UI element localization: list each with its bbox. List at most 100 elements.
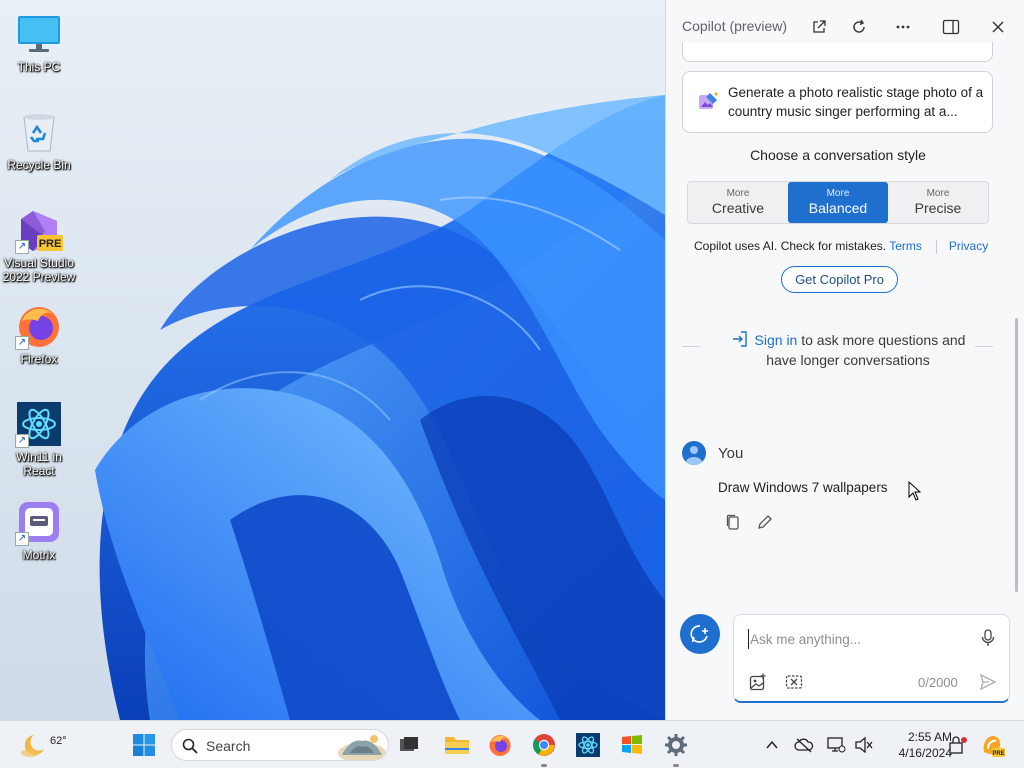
shortcut-arrow-icon: ↗ [15, 434, 29, 448]
desktop-icon-label: Visual Studio 2022 Preview [2, 256, 76, 284]
suggestion-text: Generate a photo realistic stage photo o… [728, 85, 984, 119]
terms-link[interactable]: Terms [889, 239, 922, 253]
microphone-button[interactable] [977, 627, 999, 649]
desktop-icon-recycle-bin[interactable]: Recycle Bin [2, 108, 76, 172]
open-external-button[interactable] [806, 14, 832, 40]
security-button[interactable] [942, 729, 974, 761]
taskbar-settings[interactable] [660, 729, 692, 767]
conversation-style-toggle: More Creative More Balanced More Precise [687, 181, 989, 224]
close-button[interactable] [985, 14, 1011, 40]
scrollbar[interactable] [1015, 318, 1018, 592]
taskbar-chrome[interactable] [528, 729, 560, 767]
style-name: Precise [914, 200, 962, 216]
taskbar-file-explorer[interactable] [441, 729, 473, 761]
shortcut-arrow-icon: ↗ [15, 532, 29, 546]
weather-widget[interactable]: 62° [18, 727, 67, 763]
chrome-icon [533, 734, 555, 756]
start-button[interactable] [128, 729, 160, 761]
privacy-link[interactable]: Privacy [949, 239, 988, 253]
user-message: Draw Windows 7 wallpapers [718, 480, 888, 495]
refresh-button[interactable] [846, 14, 872, 40]
desktop-icon-label: Win11 in React [16, 450, 62, 478]
desktop: This PC Recycle Bin PRE ↗ Visual Studio … [0, 0, 665, 720]
running-indicator [673, 764, 679, 767]
show-hidden-icons-button[interactable] [756, 729, 788, 761]
desktop-icon-label: Motrix [22, 548, 56, 562]
task-view-icon [400, 737, 418, 751]
style-creative-button[interactable]: More Creative [688, 182, 788, 223]
style-balanced-button[interactable]: More Balanced [788, 182, 888, 223]
image-create-icon [699, 92, 718, 109]
onedrive-icon [794, 738, 814, 753]
settings-icon [665, 734, 687, 756]
copilot-panel: Copilot (preview) Generate a photo reali… [665, 0, 1024, 720]
get-copilot-pro-button[interactable]: Get Copilot Pro [781, 266, 898, 293]
desktop-icon-win11-react[interactable]: ↗ Win11 in React [2, 400, 76, 478]
style-precise-button[interactable]: More Precise [888, 182, 988, 223]
mouse-cursor-icon [908, 481, 922, 501]
refresh-icon [853, 19, 865, 33]
screenshot-button[interactable] [783, 671, 805, 693]
volume-button[interactable] [848, 729, 880, 761]
suggestion-card[interactable]: Generate a photo realistic stage photo o… [682, 71, 993, 133]
more-icon [896, 25, 910, 29]
send-button[interactable] [977, 671, 999, 693]
security-icon [949, 736, 967, 754]
chat-input-box: 0/2000 [733, 614, 1010, 703]
search-label: Search [206, 738, 251, 754]
style-name: Balanced [808, 200, 868, 216]
edit-button[interactable] [755, 512, 775, 532]
copilot-icon: PRE [983, 736, 1005, 757]
desktop-icon-motrix[interactable]: ↗ Motrix [2, 498, 76, 562]
running-indicator [541, 764, 547, 767]
divider [935, 239, 937, 254]
microphone-icon [981, 629, 995, 646]
split-view-button[interactable] [938, 14, 964, 40]
user-message-header: You [682, 441, 743, 465]
disclaimer-text: Copilot uses AI. Check for mistakes. [694, 239, 887, 253]
taskbar-windows-7[interactable] [616, 729, 648, 761]
search-highlight-image [338, 735, 386, 760]
ai-disclaimer: Copilot uses AI. Check for mistakes. Ter… [694, 239, 988, 254]
suggestion-card-partial[interactable] [682, 42, 993, 62]
user-avatar [682, 441, 706, 465]
new-topic-button[interactable] [680, 614, 720, 654]
desktop-icon-label: This PC [17, 60, 61, 74]
taskbar-firefox[interactable] [484, 729, 516, 761]
screenshot-icon [785, 675, 803, 689]
weather-temperature: 62° [50, 735, 67, 747]
desktop-icon-firefox[interactable]: ↗ Firefox [2, 302, 76, 366]
shortcut-arrow-icon: ↗ [15, 240, 29, 254]
copilot-taskbar-button[interactable]: PRE [976, 729, 1008, 761]
firefox-icon: ↗ [15, 302, 63, 350]
send-icon [979, 673, 997, 691]
chevron-up-icon [766, 740, 778, 749]
divider [682, 346, 700, 347]
monitor-icon [15, 10, 63, 58]
character-count: 0/2000 [918, 675, 958, 690]
copilot-title: Copilot (preview) [682, 18, 788, 34]
task-view-button[interactable] [393, 729, 425, 761]
react-icon [576, 733, 600, 757]
motrix-icon: ↗ [15, 498, 63, 546]
sign-in-link[interactable]: Sign in [755, 332, 798, 348]
network-icon [827, 737, 846, 753]
taskbar-search[interactable]: Search [171, 729, 389, 761]
ask-input[interactable] [748, 629, 968, 649]
copy-icon [726, 514, 739, 530]
desktop-icon-visual-studio[interactable]: PRE ↗ Visual Studio 2022 Preview [2, 206, 76, 284]
taskbar-win11-react[interactable] [572, 729, 604, 761]
onedrive-button[interactable] [788, 729, 820, 761]
start-icon [133, 734, 155, 756]
new-chat-icon [690, 625, 708, 643]
desktop-icon-this-pc[interactable]: This PC [2, 10, 76, 74]
more-options-button[interactable] [890, 14, 916, 40]
style-prefix: More [926, 188, 950, 199]
file-explorer-icon [445, 737, 469, 754]
shortcut-arrow-icon: ↗ [15, 336, 29, 350]
volume-icon [855, 736, 873, 754]
sign-in-description: to ask more questions and have longer co… [766, 332, 966, 368]
windows-7-icon [622, 735, 642, 754]
copy-button[interactable] [723, 512, 743, 532]
add-image-button[interactable] [747, 671, 769, 693]
